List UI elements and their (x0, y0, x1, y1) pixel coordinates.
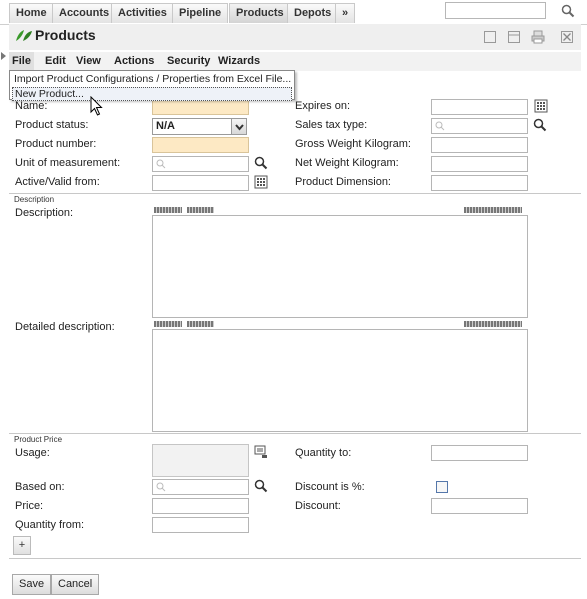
expires-field[interactable] (431, 99, 528, 115)
calendar-icon[interactable] (254, 175, 268, 189)
menu-bar: File Edit View Actions Security Wizards (9, 52, 581, 71)
net-weight-label: Net Weight Kilogram: (295, 157, 399, 169)
window-restore-icon[interactable] (483, 30, 497, 44)
cancel-button[interactable]: Cancel (51, 574, 100, 595)
name-label: Name: (15, 100, 48, 112)
discount-field[interactable] (431, 498, 528, 514)
usage-picker-icon[interactable] (254, 445, 268, 459)
tab-activities[interactable]: Activities (111, 3, 174, 23)
menu-security[interactable]: Security (167, 55, 210, 67)
close-icon[interactable] (560, 30, 574, 44)
page-header: Products (9, 24, 581, 50)
price-label: Price: (15, 500, 44, 512)
quantity-from-field[interactable] (152, 517, 249, 533)
product-status-label: Product status: (15, 119, 89, 131)
add-price-row-button[interactable]: + (13, 536, 31, 555)
file-menu-dropdown: Import Product Configurations / Properti… (9, 70, 295, 101)
quantity-to-field[interactable] (431, 445, 528, 461)
description-label: Description: (15, 207, 74, 219)
uom-label: Unit of measurement: (15, 157, 121, 169)
lookup-hint-icon (435, 121, 445, 131)
price-section-title: Product Price (14, 435, 63, 444)
tab-products[interactable]: Products (229, 3, 291, 23)
description-section-title: Description (14, 195, 55, 204)
tab-more[interactable]: » (335, 3, 356, 23)
product-status-select[interactable]: N/A (152, 118, 247, 135)
product-status-value: N/A (156, 120, 175, 132)
menu-actions[interactable]: Actions (114, 55, 154, 67)
active-from-label: Active/Valid from: (15, 176, 100, 188)
detailed-description-label: Detailed description: (15, 321, 115, 333)
based-on-field[interactable] (152, 479, 249, 495)
detailed-description-textarea[interactable] (152, 329, 528, 432)
editor-toolbar[interactable] (187, 207, 214, 213)
usage-field[interactable] (152, 444, 249, 477)
menu-file[interactable]: File (9, 52, 34, 71)
search-icon[interactable] (561, 4, 575, 18)
section-divider (9, 433, 581, 434)
menu-edit[interactable]: Edit (45, 55, 66, 67)
discount-pct-checkbox[interactable] (436, 481, 448, 493)
mouse-cursor-icon (90, 96, 103, 116)
menu-item-new-product[interactable]: New Product... (12, 87, 292, 101)
lookup-hint-icon (156, 482, 166, 492)
calendar-icon[interactable] (534, 99, 548, 113)
sales-tax-field[interactable] (431, 118, 528, 134)
chevron-down-icon[interactable] (231, 119, 246, 134)
sales-tax-lookup-icon[interactable] (533, 118, 547, 132)
menu-view[interactable]: View (76, 55, 101, 67)
tab-accounts[interactable]: Accounts (52, 3, 117, 23)
section-divider (9, 193, 581, 194)
tab-depots[interactable]: Depots (287, 3, 339, 23)
save-button[interactable]: Save (12, 574, 52, 595)
tab-pipeline[interactable]: Pipeline (172, 3, 229, 23)
based-on-label: Based on: (15, 481, 65, 493)
uom-field[interactable] (152, 156, 249, 172)
lookup-hint-icon (156, 159, 166, 169)
html-toggle-toolbar[interactable] (154, 321, 182, 327)
sales-tax-label: Sales tax type: (295, 119, 368, 131)
quantity-from-label: Quantity from: (15, 519, 85, 531)
net-weight-field[interactable] (431, 156, 528, 172)
expires-label: Expires on: (295, 100, 351, 112)
gross-weight-field[interactable] (431, 137, 528, 153)
collapse-arrow-icon[interactable] (0, 50, 8, 62)
usage-label: Usage: (15, 447, 50, 459)
top-navigation: Home Accounts Activities Pipeline Produc… (0, 0, 587, 26)
product-number-field[interactable] (152, 137, 249, 153)
menu-item-import-excel[interactable]: Import Product Configurations / Properti… (14, 73, 291, 85)
price-field[interactable] (152, 498, 249, 514)
discount-pct-label: Discount is %: (295, 481, 365, 493)
editor-toolbar[interactable] (187, 321, 214, 327)
active-from-field[interactable] (152, 175, 249, 191)
discount-label: Discount: (295, 500, 341, 512)
global-search-input[interactable] (445, 2, 546, 19)
layout-icon[interactable] (507, 30, 521, 44)
dimension-field[interactable] (431, 175, 528, 191)
products-logo-icon (16, 30, 32, 41)
print-icon[interactable] (531, 30, 545, 44)
uom-lookup-icon[interactable] (254, 156, 268, 170)
product-number-label: Product number: (15, 138, 97, 150)
html-source-toolbar[interactable] (464, 207, 522, 213)
menu-wizards[interactable]: Wizards (218, 55, 260, 67)
description-textarea[interactable] (152, 215, 528, 318)
page-title: Products (35, 27, 96, 43)
html-source-toolbar[interactable] (464, 321, 522, 327)
dimension-label: Product Dimension: (295, 176, 391, 188)
gross-weight-label: Gross Weight Kilogram: (295, 138, 411, 150)
name-field[interactable] (152, 99, 249, 115)
quantity-to-label: Quantity to: (295, 447, 352, 459)
html-toggle-toolbar[interactable] (154, 207, 182, 213)
based-on-lookup-icon[interactable] (254, 479, 268, 493)
tab-home[interactable]: Home (9, 3, 54, 23)
section-divider (9, 558, 581, 559)
